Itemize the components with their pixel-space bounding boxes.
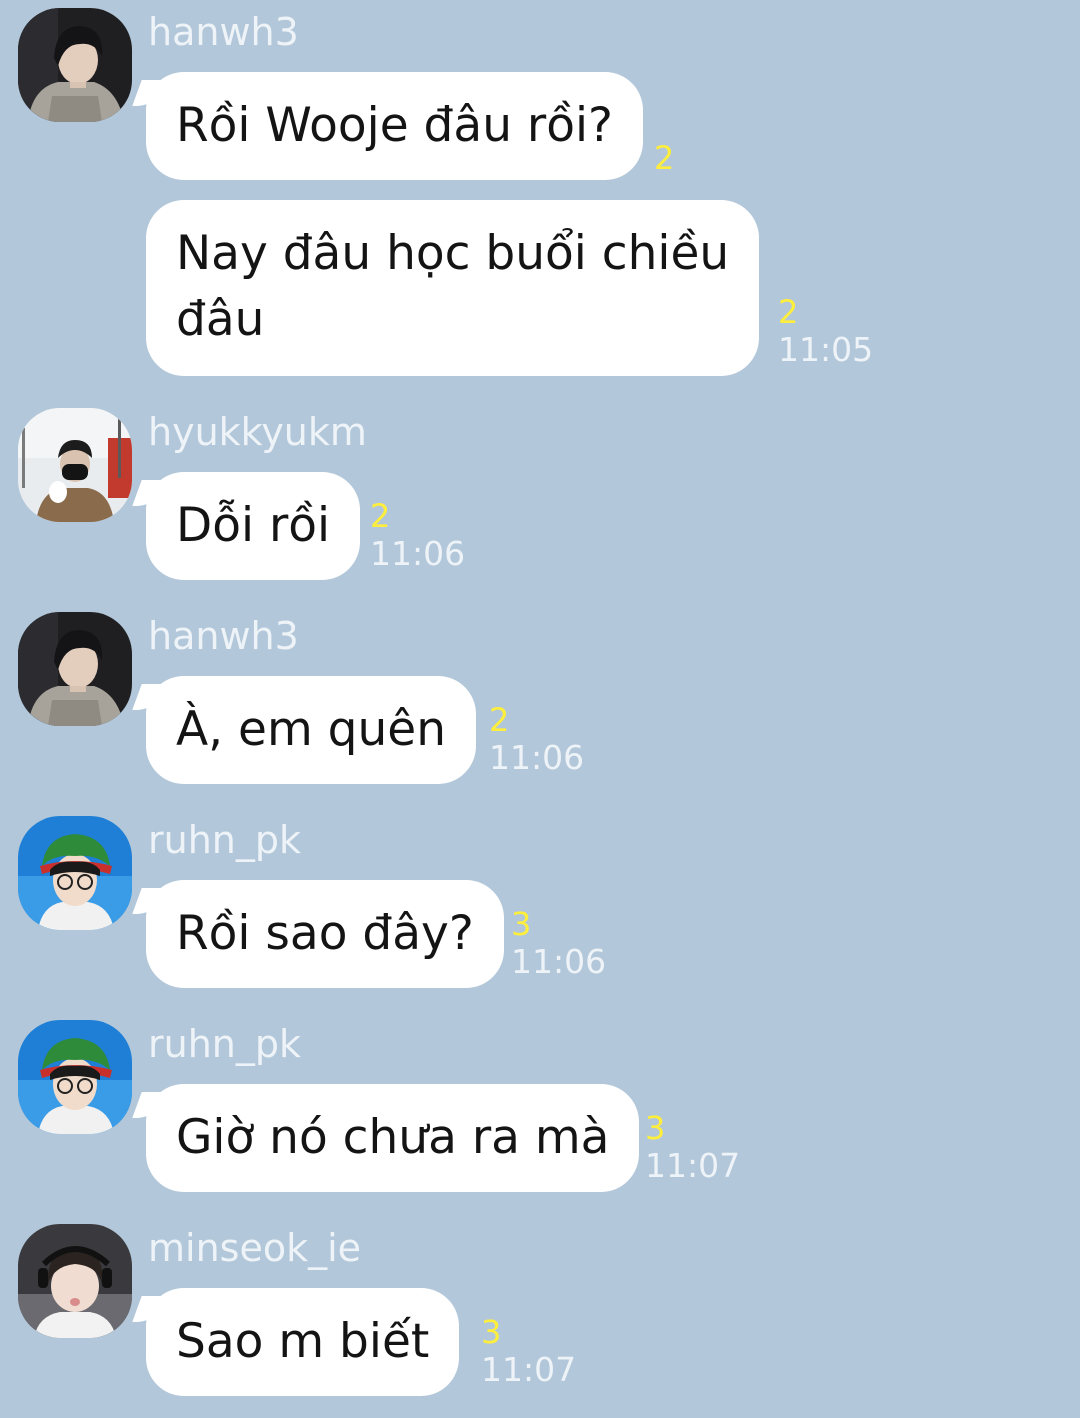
sender-avatar[interactable] bbox=[18, 1020, 132, 1134]
sender-avatar[interactable] bbox=[18, 612, 132, 726]
message-time: 11:06 bbox=[511, 942, 607, 981]
sender-name: hanwh3 bbox=[148, 614, 299, 658]
unread-count: 3 bbox=[511, 905, 532, 943]
message-meta: 2 11:06 bbox=[370, 498, 465, 574]
message-time: 11:06 bbox=[370, 534, 466, 573]
sender-name: ruhn_pk bbox=[148, 1022, 302, 1066]
message-text-line: Nay đâu học buổi chiều bbox=[176, 226, 730, 281]
message-text: Rồi sao đây? bbox=[176, 906, 474, 961]
message-text: À, em quên bbox=[176, 702, 446, 757]
message-group: hanwh3 À, em quên 2 11:06 bbox=[0, 604, 1080, 794]
unread-count: 2 bbox=[654, 139, 675, 177]
unread-count: 2 bbox=[489, 701, 510, 739]
sender-avatar[interactable] bbox=[18, 8, 132, 122]
sender-name: hyukkyukm bbox=[148, 410, 367, 454]
message-meta: 2 11:06 bbox=[489, 702, 584, 778]
message-meta: 2 11:05 bbox=[778, 294, 873, 370]
message-bubble[interactable]: Nay đâu học buổi chiều đâu bbox=[146, 200, 760, 376]
message-text: Giờ nó chưa ra mà bbox=[176, 1110, 610, 1165]
message-text: Rồi Wooje đâu rồi? bbox=[176, 98, 613, 153]
sender-name: ruhn_pk bbox=[148, 818, 302, 862]
unread-count: 3 bbox=[481, 1313, 502, 1351]
message-bubble[interactable]: Rồi sao đây? bbox=[146, 880, 504, 988]
message-bubble[interactable]: Sao m biết bbox=[146, 1288, 460, 1396]
message-bubble[interactable]: Giờ nó chưa ra mà bbox=[146, 1084, 640, 1192]
message-group: ruhn_pk Giờ nó chưa ra mà 3 11:07 bbox=[0, 1012, 1080, 1202]
message-meta: 3 11:06 bbox=[511, 906, 606, 982]
message-group: hyukkyukm Dỗi rồi 2 11:06 bbox=[0, 400, 1080, 590]
message-group: ruhn_pk Rồi sao đây? 3 11:06 bbox=[0, 808, 1080, 998]
message-bubble[interactable]: Dỗi rồi bbox=[146, 472, 361, 580]
sender-avatar[interactable] bbox=[18, 816, 132, 930]
message-meta: 3 11:07 bbox=[481, 1314, 576, 1390]
message-meta: 2 bbox=[654, 140, 674, 176]
sender-avatar[interactable] bbox=[18, 408, 132, 522]
sender-name: minseok_ie bbox=[148, 1226, 362, 1270]
message-bubble[interactable]: Rồi Wooje đâu rồi? bbox=[146, 72, 643, 180]
message-text: Sao m biết bbox=[176, 1314, 430, 1369]
message-time: 11:07 bbox=[481, 1350, 577, 1389]
message-time: 11:06 bbox=[489, 738, 585, 777]
message-group: minseok_ie Sao m biết 3 11:07 bbox=[0, 1216, 1080, 1406]
unread-count: 2 bbox=[370, 497, 391, 535]
message-time: 11:05 bbox=[778, 330, 874, 369]
message-time: 11:07 bbox=[645, 1146, 741, 1185]
unread-count: 3 bbox=[645, 1109, 666, 1147]
message-group: hanwh3 Rồi Wooje đâu rồi? 2 Nay đâu học … bbox=[0, 0, 1080, 390]
message-bubble[interactable]: À, em quên bbox=[146, 676, 476, 784]
unread-count: 2 bbox=[778, 293, 799, 331]
message-text-line: đâu bbox=[176, 292, 265, 347]
message-text: Dỗi rồi bbox=[176, 498, 331, 553]
sender-name: hanwh3 bbox=[148, 10, 299, 54]
sender-avatar[interactable] bbox=[18, 1224, 132, 1338]
message-meta: 3 11:07 bbox=[645, 1110, 740, 1186]
